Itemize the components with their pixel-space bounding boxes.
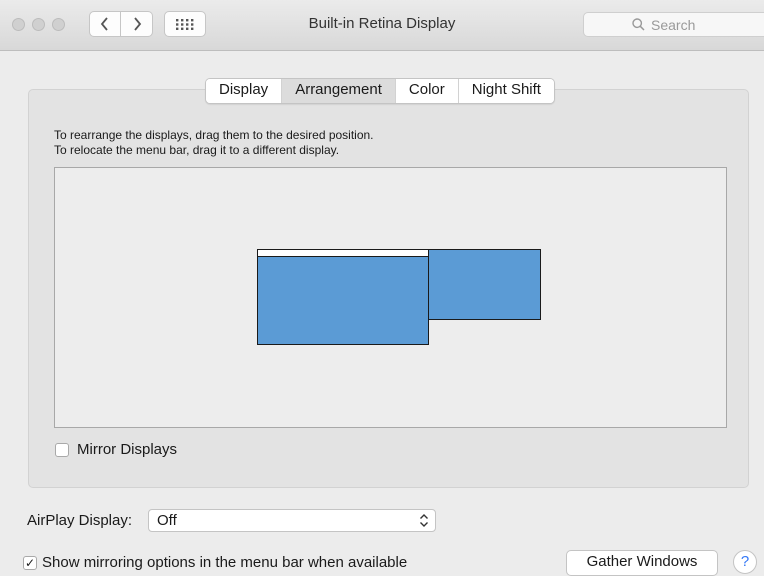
mirror-displays-row: Mirror Displays bbox=[55, 441, 177, 458]
window-titlebar: Built-in Retina Display bbox=[0, 0, 764, 51]
instruction-rearrange: To rearrange the displays, drag them to … bbox=[54, 128, 374, 142]
menu-bar-handle[interactable] bbox=[258, 250, 428, 257]
tab-arrangement[interactable]: Arrangement bbox=[281, 79, 395, 103]
airplay-display-value: Off bbox=[157, 512, 177, 529]
show-mirroring-checkbox[interactable]: ✓ bbox=[23, 555, 37, 570]
help-button[interactable]: ? bbox=[733, 550, 757, 574]
checkmark-icon: ✓ bbox=[24, 555, 36, 570]
show-mirroring-row: ✓ Show mirroring options in the menu bar… bbox=[23, 554, 407, 571]
display-arrangement-area[interactable] bbox=[54, 167, 727, 428]
airplay-display-label: AirPlay Display: bbox=[27, 512, 133, 529]
primary-display-thumbnail[interactable] bbox=[257, 249, 429, 345]
mirror-displays-checkbox[interactable] bbox=[55, 442, 69, 457]
airplay-display-select[interactable]: Off bbox=[148, 509, 436, 532]
tab-bar: Display Arrangement Color Night Shift bbox=[205, 78, 555, 104]
search-field[interactable] bbox=[583, 12, 764, 37]
tab-night-shift[interactable]: Night Shift bbox=[457, 79, 554, 103]
tab-display[interactable]: Display bbox=[206, 79, 282, 103]
search-icon bbox=[632, 18, 645, 31]
show-mirroring-label: Show mirroring options in the menu bar w… bbox=[42, 554, 408, 571]
instruction-menu-bar: To relocate the menu bar, drag it to a d… bbox=[54, 143, 340, 157]
instructions: To rearrange the displays, drag them to … bbox=[54, 128, 374, 158]
secondary-display-thumbnail[interactable] bbox=[428, 249, 541, 320]
mirror-displays-label: Mirror Displays bbox=[77, 441, 178, 458]
gather-windows-button[interactable]: Gather Windows bbox=[566, 550, 718, 576]
tab-color[interactable]: Color bbox=[394, 79, 458, 103]
updown-arrows-icon bbox=[420, 514, 428, 527]
search-input[interactable] bbox=[651, 16, 751, 33]
